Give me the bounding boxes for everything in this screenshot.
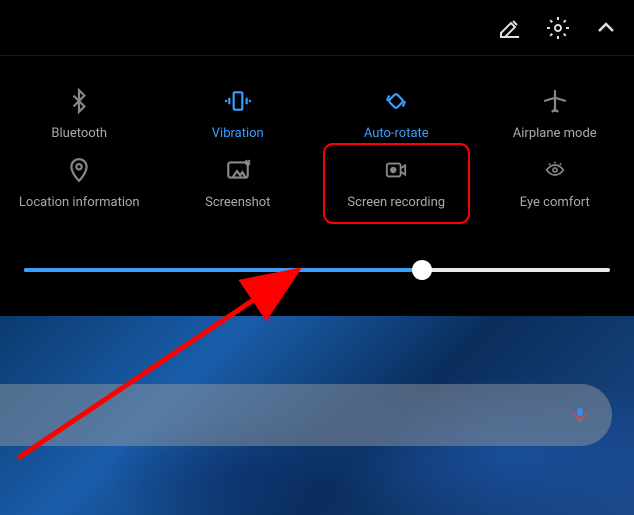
gear-icon[interactable] [546,16,570,40]
tile-label: Airplane mode [513,126,597,141]
tile-location[interactable]: Location information [0,149,159,218]
chevron-up-icon[interactable] [594,16,618,40]
eyecomfort-icon [542,157,568,183]
brightness-slider[interactable] [0,238,634,286]
tile-label: Bluetooth [51,126,107,141]
slider-fill [24,268,422,272]
microphone-icon[interactable] [570,405,590,425]
panel-top-bar [0,0,634,56]
tile-autorotate[interactable]: Auto-rotate [317,80,476,149]
vibration-icon [225,88,251,114]
notification-panel: Bluetooth Vibration Auto- [0,0,634,286]
annotation-highlight [323,143,470,224]
bluetooth-icon [66,88,92,114]
tile-screenshot[interactable]: Screenshot [159,149,318,218]
airplane-icon [542,88,568,114]
tile-label: Screenshot [205,195,270,210]
tile-label: Eye comfort [520,195,590,210]
screenrecord-icon [383,157,409,183]
search-bar[interactable] [0,384,612,446]
tile-screenrecord[interactable]: Screen recording [317,149,476,218]
home-screen-background [0,316,634,515]
tile-label: Screen recording [347,195,445,210]
tile-label: Location information [19,195,140,210]
quick-settings-grid: Bluetooth Vibration Auto- [0,56,634,238]
tile-label: Auto-rotate [364,126,429,141]
screenshot-icon [225,157,251,183]
tile-airplane[interactable]: Airplane mode [476,80,634,149]
location-icon [66,157,92,183]
tile-label: Vibration [212,126,264,141]
autorotate-icon [383,88,409,114]
tile-bluetooth[interactable]: Bluetooth [0,80,159,149]
tile-vibration[interactable]: Vibration [159,80,318,149]
slider-track [24,268,610,272]
edit-icon[interactable] [498,16,522,40]
slider-thumb[interactable] [412,260,432,280]
tile-eyecomfort[interactable]: Eye comfort [476,149,634,218]
